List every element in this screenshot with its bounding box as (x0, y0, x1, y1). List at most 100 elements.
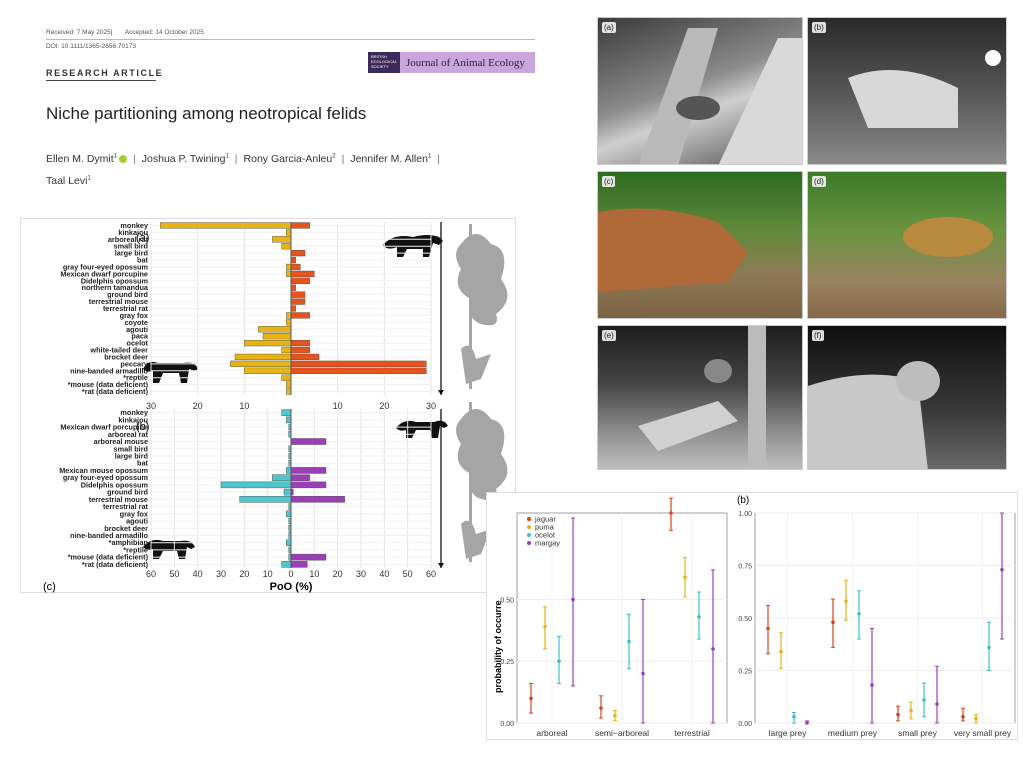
bar (290, 298, 306, 305)
bar (290, 305, 296, 312)
legend-swatch (527, 533, 531, 537)
point-estimate (987, 645, 991, 650)
point-estimate (641, 671, 645, 676)
prey-probability-figure: (b) probability of occurre 0.00 0.25 0.50 a… (486, 492, 1018, 740)
photo-a-scene (638, 28, 802, 164)
y-tick-label: 0.25 (500, 659, 514, 666)
point-estimate (935, 702, 939, 706)
x-tick-label: arboreal (536, 728, 567, 738)
bar (290, 250, 306, 257)
bar (290, 312, 310, 319)
point-estimate (831, 620, 835, 624)
photo-label: (f) (812, 330, 824, 341)
bar (290, 263, 301, 271)
point-estimate (870, 683, 874, 687)
bar (286, 270, 292, 278)
category-label: *rat (data deficient) (82, 387, 149, 396)
author[interactable]: Jennifer M. Allen1 (350, 153, 431, 165)
point-estimate (961, 714, 965, 719)
tick-label: 60 (146, 569, 156, 579)
point-estimate (711, 647, 715, 651)
arrow-head (438, 563, 444, 568)
bar (290, 256, 296, 264)
y-tick-label: 0.50 (500, 597, 514, 604)
y-tick-label: 0.00 (738, 721, 752, 728)
tick-label: 10 (263, 569, 273, 579)
author[interactable]: Rony Garcia-Anleu2 (244, 153, 336, 165)
y-axis-label: probability of occurre (493, 600, 503, 693)
point-estimate (627, 639, 631, 644)
point-estimate (857, 612, 861, 616)
camera-trap-photos: (a) (b) (c) (d) (e) (f) (580, 0, 1024, 490)
paper-title: Niche partitioning among neotropical fel… (46, 104, 367, 123)
bar (234, 353, 292, 361)
bar (286, 263, 292, 271)
author[interactable]: Joshua P. Twining1 (142, 153, 229, 165)
doi[interactable]: DOI: 10.1111/1365-2656.70173 (46, 43, 136, 50)
panel-label-c: (c) (43, 581, 56, 593)
bar (290, 553, 327, 561)
bar (286, 381, 292, 388)
bar (290, 360, 427, 367)
bar (272, 236, 292, 243)
point-estimate (599, 706, 603, 710)
point-estimate (805, 721, 809, 725)
tick-label: 40 (193, 569, 203, 579)
journal-badge[interactable]: BRITISH ECOLOGICAL SOCIETY Journal of An… (368, 52, 535, 73)
photo-e-margay-night: (e) (597, 325, 803, 470)
author[interactable]: Ellen M. Dymit1 (46, 153, 128, 165)
divider (46, 39, 535, 40)
point-estimate (571, 597, 575, 602)
bar (290, 367, 427, 374)
photo-f-scene (808, 361, 940, 469)
bar (286, 510, 292, 518)
point-estimate (557, 659, 561, 664)
received-accepted-line: Received: 7 May 2025| Accepted: 14 Octobe… (46, 29, 204, 36)
bar (290, 277, 310, 284)
point-estimate (792, 714, 796, 719)
bar (281, 243, 292, 250)
photo-b-scene (848, 50, 1001, 128)
bar (290, 467, 327, 474)
bar (281, 374, 292, 381)
point-estimate (896, 712, 900, 717)
bar (286, 319, 292, 326)
bar (290, 339, 310, 347)
bar (290, 284, 296, 291)
photo-label: (a) (602, 22, 616, 33)
bar (290, 481, 327, 489)
margay-silhouette-icon (396, 420, 448, 438)
y-tick-label: 0.75 (738, 564, 752, 571)
bar (286, 539, 292, 546)
bar (281, 409, 292, 416)
y-tick-label: 0.25 (738, 669, 752, 676)
arrow-head (438, 390, 444, 395)
point-estimate (844, 599, 848, 603)
bar (290, 438, 327, 445)
y-tick-label: 0.50 (738, 616, 752, 623)
tick-label: 20 (239, 569, 249, 579)
bar (286, 416, 292, 424)
tick-label: 30 (356, 569, 366, 579)
author[interactable]: Taal Levi1 (46, 175, 91, 187)
bar (258, 326, 292, 333)
bar (239, 496, 292, 503)
bar (290, 561, 308, 568)
orcid-icon[interactable] (119, 154, 128, 163)
diet-bar-figure: (a) (b) (c) PoO (%) 30 20 10 10 20 30 monkey ki… (20, 218, 516, 593)
author-list: Ellen M. Dymit1 | Joshua P. Twining1 | Rony … (46, 152, 441, 188)
x-tick-label: very small prey (954, 728, 1012, 738)
article-type: RESEARCH ARTICLE (46, 68, 164, 78)
bar (244, 339, 292, 347)
photo-a-ocelot-tree: (a) (597, 17, 803, 165)
point-estimate (683, 575, 687, 580)
photo-c-scene (598, 208, 748, 292)
point-estimate (543, 624, 547, 629)
bar (262, 333, 292, 340)
x-tick-label: large prey (769, 728, 808, 738)
point-estimate (529, 696, 533, 701)
bar (290, 496, 345, 503)
photo-label: (c) (602, 176, 616, 187)
photo-f-ocelot-prey: (f) (807, 325, 1007, 470)
point-estimate (613, 713, 617, 718)
